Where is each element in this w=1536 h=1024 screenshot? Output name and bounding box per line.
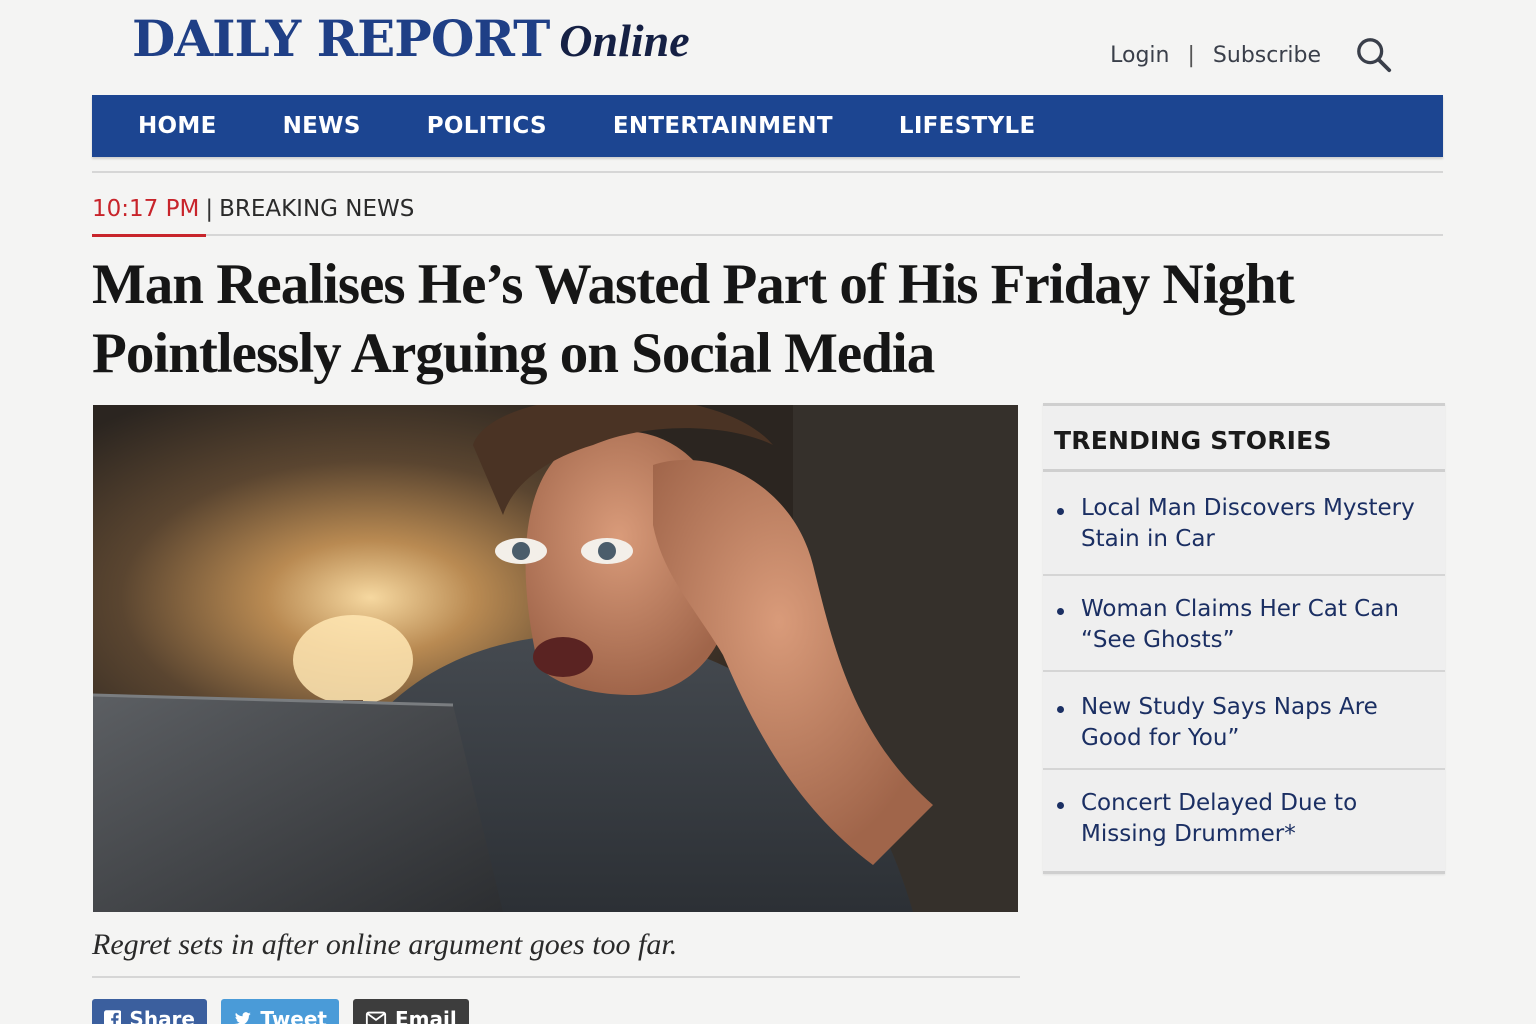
email-icon — [365, 1011, 387, 1024]
article-time: 10:17 PM — [92, 196, 200, 222]
login-link[interactable]: Login — [1110, 43, 1169, 68]
twitter-share-button[interactable]: Tweet — [221, 999, 339, 1024]
nav-entertainment[interactable]: ENTERTAINMENT — [613, 113, 833, 139]
trending-item[interactable]: Local Man Discovers Mystery Stain in Car — [1043, 472, 1445, 576]
nav-home[interactable]: HOME — [138, 113, 217, 139]
dateline-divider: | — [205, 196, 214, 222]
trending-item[interactable]: Concert Delayed Due to Missing Drummer* — [1043, 770, 1445, 874]
email-share-label: Email — [395, 1007, 457, 1024]
masthead: DAILY REPORT Online Login | Subscribe — [92, 0, 1443, 95]
email-share-button[interactable]: Email — [353, 999, 469, 1024]
facebook-icon — [104, 1010, 122, 1024]
divider — [92, 171, 1443, 173]
facebook-share-label: Share — [129, 1007, 195, 1024]
divider — [92, 976, 1020, 978]
nav-lifestyle[interactable]: LIFESTYLE — [899, 113, 1036, 139]
header-utility: Login | Subscribe — [1110, 36, 1393, 74]
facebook-share-button[interactable]: Share — [92, 999, 207, 1024]
subscribe-link[interactable]: Subscribe — [1213, 43, 1321, 68]
image-caption: Regret sets in after online argument goe… — [92, 928, 678, 961]
trending-title: TRENDING STORIES — [1043, 406, 1445, 472]
hero-image — [93, 405, 1018, 912]
main-nav: HOME NEWS POLITICS ENTERTAINMENT LIFESTY… — [92, 95, 1443, 157]
dateline: 10:17 PM | BREAKING NEWS — [92, 196, 414, 222]
trending-item[interactable]: New Study Says Naps Are Good for You” — [1043, 672, 1445, 770]
nav-politics[interactable]: POLITICS — [427, 113, 547, 139]
divider — [92, 234, 1443, 236]
trending-item[interactable]: Woman Claims Her Cat Can “See Ghosts” — [1043, 576, 1445, 672]
article-headline: Man Realises He’s Wasted Part of His Fri… — [92, 253, 1295, 385]
article-category: BREAKING NEWS — [219, 196, 415, 222]
logo-main: DAILY REPORT — [132, 9, 550, 68]
accent-underline — [92, 234, 206, 237]
share-buttons: Share Tweet Email — [92, 999, 483, 1024]
trending-stories-panel: TRENDING STORIES Local Man Discovers Mys… — [1043, 403, 1445, 874]
twitter-share-label: Tweet — [260, 1007, 327, 1024]
twitter-icon — [234, 1012, 251, 1024]
search-icon[interactable] — [1355, 36, 1393, 74]
nav-news[interactable]: NEWS — [283, 113, 361, 139]
header-separator: | — [1187, 42, 1195, 68]
logo-suffix: Online — [559, 15, 690, 66]
site-logo[interactable]: DAILY REPORT Online — [132, 14, 690, 64]
